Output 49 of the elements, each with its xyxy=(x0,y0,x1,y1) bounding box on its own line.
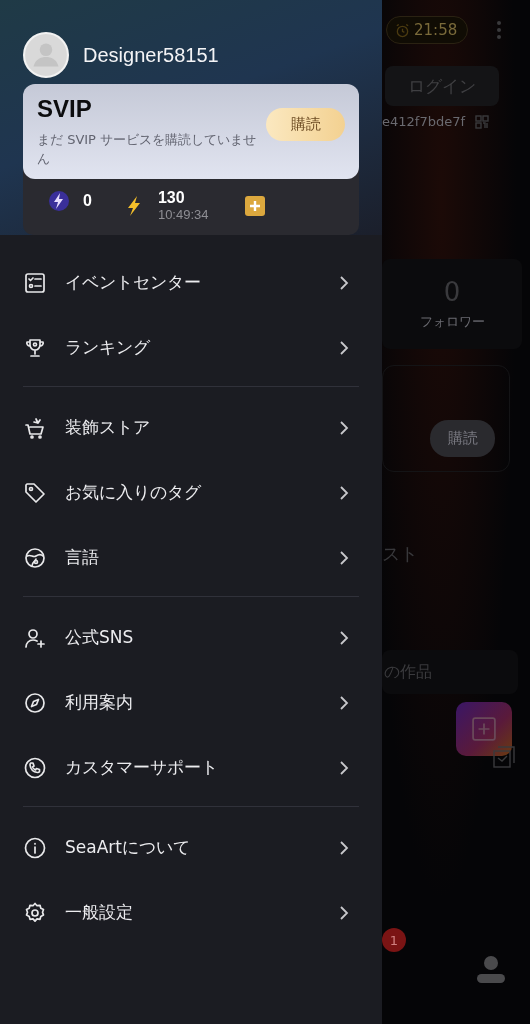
globe-icon xyxy=(23,545,47,570)
lightning-orb-icon xyxy=(47,189,71,213)
settings-icon xyxy=(23,900,47,925)
create-button[interactable] xyxy=(456,702,512,756)
subscribe-button[interactable]: 購読 xyxy=(266,108,345,141)
chevron-icon xyxy=(339,484,349,501)
more-icon[interactable] xyxy=(496,20,502,40)
menu-item[interactable]: イベントセンター xyxy=(23,250,359,315)
add-icon[interactable] xyxy=(244,195,265,216)
profile-icon[interactable] xyxy=(476,954,506,984)
chevron-icon xyxy=(339,839,349,856)
username[interactable]: Designer58151 xyxy=(83,43,219,67)
phone-icon xyxy=(23,755,47,780)
checkbox-icon[interactable] xyxy=(493,746,515,768)
chevron-icon xyxy=(339,339,349,356)
menu-item[interactable]: 公式SNS xyxy=(23,605,359,670)
chevron-icon xyxy=(339,274,349,291)
menu-item[interactable]: カスタマーサポート xyxy=(23,735,359,800)
chevron-icon xyxy=(339,629,349,646)
chevron-icon xyxy=(339,419,349,436)
compass-icon xyxy=(23,690,47,715)
alarm-clock-icon xyxy=(395,22,410,38)
avatar-icon[interactable] xyxy=(23,32,69,78)
menu-item[interactable]: 利用案内 xyxy=(23,670,359,735)
svip-message: まだ SVIP サービスを購読していません xyxy=(37,131,257,168)
svip-title: SVIP xyxy=(37,95,93,124)
menu-item[interactable]: 装飾ストア xyxy=(23,395,359,460)
menu-item[interactable]: ランキング xyxy=(23,315,359,380)
info-icon xyxy=(23,835,47,860)
menu-item[interactable]: SeaArtについて xyxy=(23,815,359,880)
refill-timer: 10:49:34 xyxy=(157,207,209,222)
timer-pill[interactable]: 21:58 xyxy=(386,16,469,44)
plus-icon xyxy=(472,717,496,741)
notification-badge: 1 xyxy=(382,928,406,952)
menu-item[interactable]: 言語 xyxy=(23,525,359,590)
follower-label: フォロワー xyxy=(419,313,485,331)
crystal-count: 0 xyxy=(83,192,92,210)
cart-icon xyxy=(23,415,47,440)
menu-item[interactable]: お気に入りのタグ xyxy=(23,460,359,525)
tag-icon xyxy=(23,480,47,505)
menu-item[interactable]: 一般設定 xyxy=(23,880,359,945)
chevron-icon xyxy=(339,694,349,711)
chevron-icon xyxy=(339,759,349,776)
chevron-icon xyxy=(339,904,349,921)
user-id: e412f7bde7f xyxy=(382,114,465,129)
chevron-icon xyxy=(339,549,349,566)
qr-code-icon[interactable] xyxy=(475,114,489,129)
energy-count: 130 xyxy=(157,189,186,207)
checklist-icon xyxy=(23,270,47,295)
